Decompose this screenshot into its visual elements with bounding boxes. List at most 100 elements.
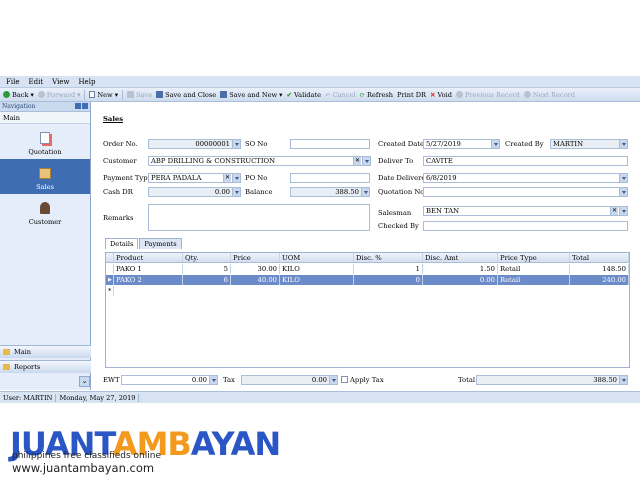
lookup-icon[interactable] [361, 188, 369, 196]
chevron-down-icon[interactable]: ⌄ [79, 376, 90, 387]
column-header-total[interactable]: Total [570, 253, 629, 262]
cash-dr-label: Cash DR [103, 188, 133, 196]
table-row[interactable]: ▶ PAKO 2 6 40.00 KILO 0 0.00 Retail 240.… [106, 275, 629, 285]
validate-button[interactable]: ✔ Validate [286, 91, 321, 99]
checked-by-field[interactable] [423, 221, 628, 231]
cell-price[interactable]: 30.00 [231, 264, 280, 274]
cell-product[interactable]: PAKO 2 [114, 275, 183, 285]
calendar-dropdown-icon[interactable] [619, 174, 627, 182]
back-button[interactable]: Back ▾ [3, 91, 34, 99]
cell-uom[interactable]: KILO [280, 275, 354, 285]
new-row[interactable]: * [106, 286, 629, 296]
cell-disc-amt[interactable]: 1.50 [423, 264, 498, 274]
tab-payments[interactable]: Payments [139, 238, 182, 249]
previous-record-button[interactable]: Previous Record [455, 91, 520, 99]
balance-field[interactable]: 388.50 [290, 187, 370, 197]
nav-item-sales[interactable]: Sales [0, 159, 90, 194]
menu-file[interactable]: File [6, 78, 19, 86]
cancel-button[interactable]: ↶ Cancel [325, 91, 355, 99]
salesman-field[interactable]: BEN TAN ✕ [423, 206, 628, 216]
next-record-button[interactable]: Next Record [523, 91, 575, 99]
cell-disc-pct[interactable]: 1 [354, 264, 423, 274]
po-no-field[interactable] [290, 173, 370, 183]
column-header-qty[interactable]: Qty. [183, 253, 231, 262]
branding-tagline: philippines free classifieds online [12, 451, 162, 461]
nav-button-main[interactable]: Main [0, 345, 91, 358]
nav-button-reports[interactable]: Reports [0, 360, 91, 373]
column-header-disc-pct[interactable]: Disc. % [354, 253, 423, 262]
clear-icon[interactable]: ✕ [610, 207, 618, 215]
collapse-icon[interactable] [82, 102, 88, 109]
customer-field[interactable]: ABP DRILLING & CONSTRUCTION ✕ [148, 156, 371, 166]
tab-details[interactable]: Details [105, 238, 139, 249]
new-button[interactable]: New ▾ [89, 91, 118, 99]
lookup-icon[interactable] [209, 376, 217, 384]
tax-field[interactable]: 0.00 [241, 375, 338, 385]
column-header-uom[interactable]: UOM [280, 253, 354, 262]
column-header-product[interactable]: Product [114, 253, 183, 262]
so-no-field[interactable] [290, 139, 370, 149]
cell-disc-amt[interactable]: 0.00 [423, 275, 498, 285]
forward-button[interactable]: Forward ▾ [37, 90, 81, 99]
pin-icon[interactable] [75, 102, 81, 109]
menu-view[interactable]: View [52, 78, 69, 86]
cell-qty[interactable]: 6 [183, 275, 231, 285]
print-dr-button[interactable]: Print DR [397, 91, 426, 99]
previous-icon [455, 91, 463, 98]
menu-help[interactable]: Help [78, 78, 95, 86]
cell-price[interactable]: 40.00 [231, 275, 280, 285]
po-no-label: PO No [245, 174, 268, 182]
menu-edit[interactable]: Edit [28, 78, 43, 86]
cell-total[interactable]: 240.00 [570, 275, 629, 285]
lookup-icon[interactable] [232, 188, 240, 196]
cell-disc-pct[interactable]: 0 [354, 275, 423, 285]
lookup-icon[interactable] [619, 140, 627, 148]
nav-item-customer[interactable]: Customer [0, 194, 90, 229]
apply-tax-checkbox[interactable] [341, 376, 348, 383]
next-icon [523, 91, 531, 98]
refresh-button[interactable]: ⟳ Refresh [360, 91, 394, 99]
chevron-down-icon: ▾ [77, 90, 81, 99]
cell-product[interactable]: PAKO 1 [114, 264, 183, 274]
lookup-icon[interactable] [232, 140, 240, 148]
deliver-to-field[interactable]: CAVITE [423, 156, 628, 166]
ewt-field[interactable]: 0.00 [121, 375, 218, 385]
cell-price-type[interactable]: Retail [498, 264, 570, 274]
payment-type-dropdown-icon[interactable] [232, 174, 240, 182]
date-delivered-label: Date Delivered [378, 174, 430, 182]
lookup-icon[interactable] [619, 376, 627, 384]
remarks-textarea[interactable] [148, 204, 370, 231]
cell-uom[interactable]: KILO [280, 264, 354, 274]
order-no-field[interactable]: 00000001 [148, 139, 241, 149]
void-button[interactable]: ✕ Void [430, 91, 452, 99]
date-delivered-field[interactable]: 6/8/2019 [423, 173, 628, 183]
column-header-price[interactable]: Price [231, 253, 280, 262]
total-field[interactable]: 388.50 [476, 375, 628, 385]
cell-price-type[interactable]: Retail [498, 275, 570, 285]
nav-item-quotation[interactable]: Quotation [0, 124, 90, 159]
clear-icon[interactable]: ✕ [223, 174, 231, 182]
save-new-button[interactable]: Save and New ▾ [220, 91, 282, 99]
clear-icon[interactable]: ✕ [353, 157, 361, 165]
quotation-no-field[interactable] [423, 187, 628, 197]
salesman-dropdown-icon[interactable] [619, 207, 627, 215]
created-by-field[interactable]: MARTIN [550, 139, 628, 149]
payment-type-field[interactable]: PERA PADALA ✕ [148, 173, 241, 183]
table-row[interactable]: PAKO 1 5 30.00 KILO 1 1.50 Retail 148.50 [106, 264, 629, 274]
calendar-dropdown-icon[interactable] [491, 140, 499, 148]
column-header-price-type[interactable]: Price Type [498, 253, 570, 262]
status-bar: User: MARTIN Monday, May 27, 2019 [0, 391, 640, 403]
save-icon [127, 91, 135, 98]
status-date: Monday, May 27, 2019 [56, 393, 140, 402]
cell-total[interactable]: 148.50 [570, 264, 629, 274]
customer-dropdown-icon[interactable] [362, 157, 370, 165]
cell-qty[interactable]: 5 [183, 264, 231, 274]
save-close-button[interactable]: Save and Close [156, 91, 216, 99]
column-header-disc-amt[interactable]: Disc. Amt [423, 253, 498, 262]
cash-dr-field[interactable]: 0.00 [148, 187, 241, 197]
quotation-dropdown-icon[interactable] [619, 188, 627, 196]
save-button[interactable]: Save [127, 91, 152, 99]
customer-icon [40, 202, 50, 214]
lookup-icon[interactable] [329, 376, 337, 384]
created-date-field[interactable]: 5/27/2019 [423, 139, 500, 149]
